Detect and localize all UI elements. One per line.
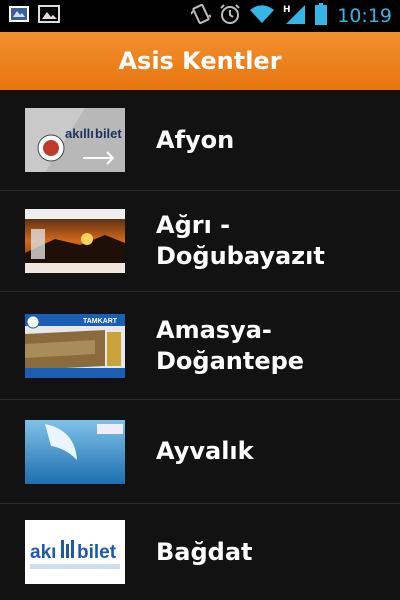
list-item-amasya-dogantepe[interactable]: TAMKART Amasya- Doğantepe xyxy=(0,292,400,400)
tamkart-card-image: TAMKART xyxy=(25,313,125,378)
svg-text:akı: akı xyxy=(30,542,56,563)
akilli-bilet-card-image: akıllı bilet xyxy=(25,108,125,172)
wifi-icon xyxy=(249,4,275,29)
action-bar: Asis Kentler xyxy=(0,32,400,90)
page-title: Asis Kentler xyxy=(118,47,282,75)
city-name: Ağrı - Doğubayazıt xyxy=(156,211,325,270)
ayvalik-card-image xyxy=(25,419,125,484)
list-item-agri-dogubayazit[interactable]: Ağrı - Doğubayazıt xyxy=(0,191,400,292)
battery-icon xyxy=(315,2,328,30)
alarm-icon xyxy=(219,3,241,30)
status-clock: 10:19 xyxy=(337,5,392,27)
vibrate-icon xyxy=(190,3,212,30)
image-notification-icon xyxy=(38,4,60,28)
list-item-bagdat[interactable]: akı bilet Bağdat xyxy=(0,504,400,600)
city-name: Bağdat xyxy=(156,537,253,566)
status-bar: H 10:19 xyxy=(0,0,400,32)
city-list: akıllı bilet Afyon Ağrı - Doğubayazıt TA… xyxy=(0,90,400,600)
dogubayazit-card-image xyxy=(25,209,125,273)
list-item-ayvalik[interactable]: Ayvalık xyxy=(0,400,400,504)
city-name: Ayvalık xyxy=(156,437,254,465)
list-item-afyon[interactable]: akıllı bilet Afyon xyxy=(0,90,400,191)
svg-text:TAMKART: TAMKART xyxy=(83,318,118,325)
app-notification-icon xyxy=(8,5,30,28)
svg-text:akıllı: akıllı xyxy=(65,126,94,141)
akilli-bilet-white-card-image: akı bilet xyxy=(25,520,125,584)
svg-text:H: H xyxy=(283,5,291,15)
svg-text:bilet: bilet xyxy=(95,126,122,141)
signal-h-icon: H xyxy=(283,3,307,30)
svg-text:bilet: bilet xyxy=(77,542,117,563)
city-name: Amasya- Doğantepe xyxy=(156,315,305,375)
city-name: Afyon xyxy=(156,125,235,154)
